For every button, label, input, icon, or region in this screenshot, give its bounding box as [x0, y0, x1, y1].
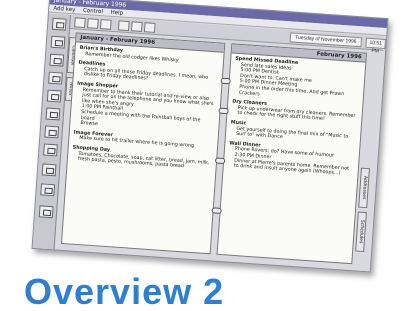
print-icon[interactable]	[48, 71, 63, 85]
right-planner-page: February 1996 Spend Missed Deadline Send …	[216, 43, 368, 265]
left-planner-page: January - February 1996 Brian's Birthday…	[60, 32, 226, 255]
left-entries: Brian's Birthday Remember the old codger …	[67, 42, 223, 179]
date-display: Tuesday of November 1996	[289, 32, 363, 48]
planner-entry[interactable]: Image Shopper Remember to thank their tut…	[74, 82, 217, 136]
notes-icon[interactable]	[44, 125, 60, 139]
binder-ring	[214, 157, 226, 165]
phone-icon[interactable]	[41, 163, 57, 177]
sync-icon[interactable]	[40, 183, 56, 197]
screenshot-photo: January - February 1996 Add key Control …	[0, 0, 414, 311]
tab-addresses[interactable]: Addresses	[358, 167, 370, 209]
calendar-icon[interactable]	[43, 143, 58, 157]
planner-entry[interactable]: Spend Missed Deadline Send late sales Ide…	[233, 57, 361, 105]
envelope-icon[interactable]	[46, 89, 62, 103]
help-icon[interactable]	[38, 205, 54, 219]
week-view-icon[interactable]	[87, 18, 99, 29]
open-icon[interactable]	[50, 35, 66, 49]
layout-icon[interactable]	[45, 107, 61, 121]
menu-item[interactable]: Add key	[53, 6, 75, 14]
menu-item[interactable]: Help	[110, 10, 123, 17]
binder-ring	[218, 107, 229, 115]
day-view-icon[interactable]	[117, 20, 130, 32]
planner-entry[interactable]: Wall Dinner Phone Rovers: do? Have some o…	[228, 141, 356, 178]
menu-item[interactable]: Control	[83, 8, 103, 15]
tab-schedules[interactable]: Schedules	[355, 211, 367, 253]
binder-ring	[220, 77, 231, 85]
save-icon[interactable]	[49, 53, 65, 67]
month-view-icon[interactable]	[100, 19, 112, 30]
find-icon[interactable]	[143, 22, 156, 33]
right-entries: Spend Missed Deadline Send late sales Ide…	[223, 53, 365, 185]
calendar-icon[interactable]	[74, 17, 86, 29]
planner-window: January - February 1996 Add key Control …	[31, 0, 389, 273]
print-icon[interactable]	[130, 21, 143, 33]
page-headline: Overview 2	[24, 271, 225, 311]
folder-icon[interactable]	[51, 17, 67, 31]
time-display: 10:51 PM	[365, 37, 387, 55]
binder-ring	[211, 207, 222, 214]
